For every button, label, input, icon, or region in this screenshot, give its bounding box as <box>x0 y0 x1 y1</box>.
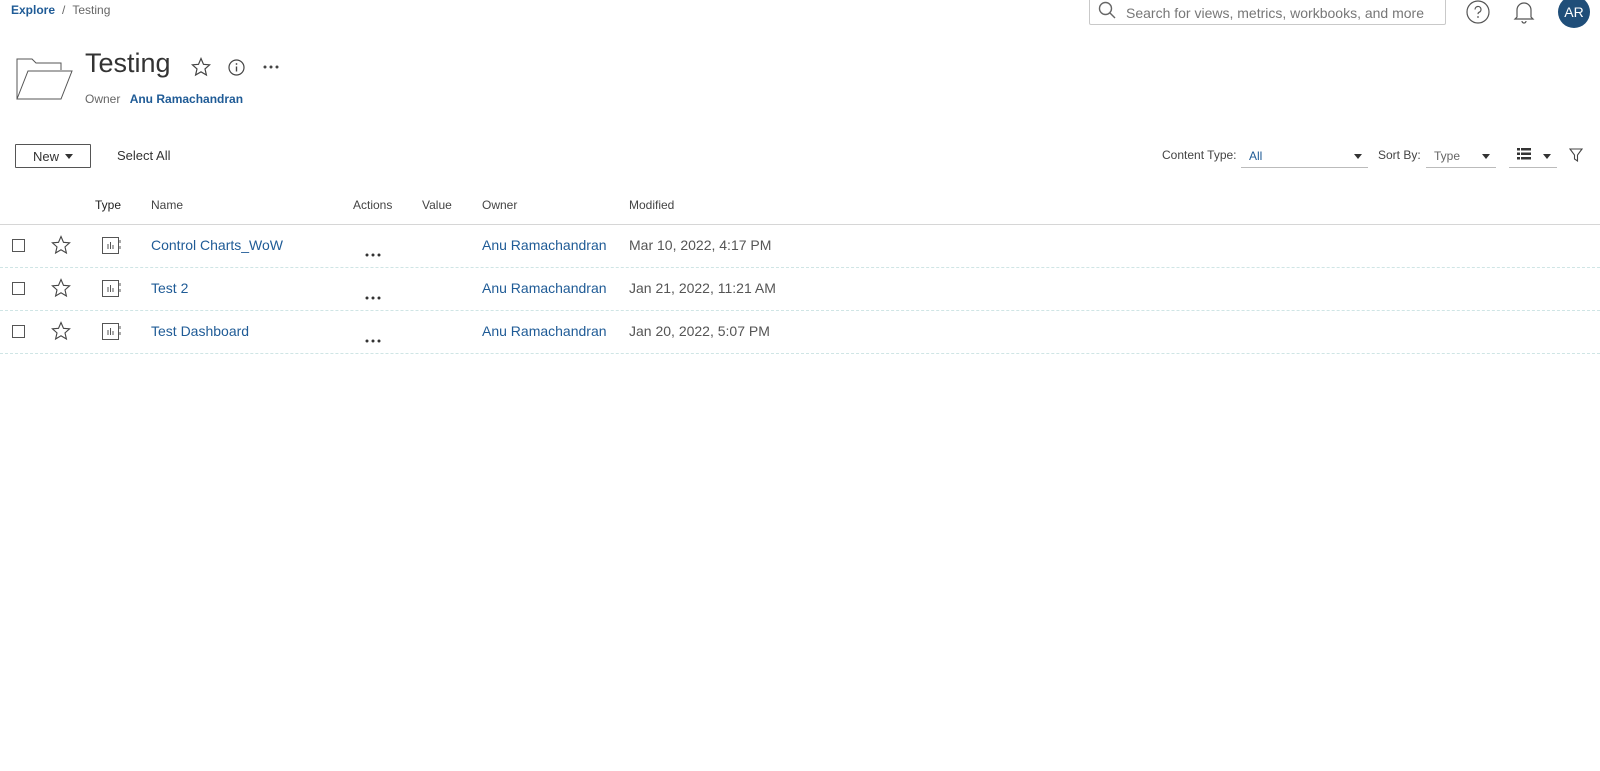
page-title: Testing <box>85 48 171 78</box>
more-actions-icon[interactable] <box>365 244 381 262</box>
column-header-name[interactable]: Name <box>151 198 183 212</box>
search-box[interactable] <box>1089 0 1446 25</box>
more-actions-icon[interactable] <box>262 57 280 80</box>
list-view-icon <box>1517 147 1531 165</box>
content-type-label: Content Type: <box>1162 148 1237 162</box>
notifications-icon[interactable] <box>1513 0 1535 29</box>
row-name-link[interactable]: Control Charts_WoW <box>151 237 283 253</box>
column-header-type[interactable]: Type <box>95 198 121 212</box>
search-input[interactable] <box>1124 3 1445 22</box>
column-header-owner[interactable]: Owner <box>482 198 517 212</box>
workbook-icon <box>102 237 121 259</box>
chevron-down-icon <box>1482 154 1490 159</box>
info-icon[interactable] <box>228 59 245 81</box>
chevron-down-icon <box>65 153 73 159</box>
chevron-down-icon <box>1354 154 1362 159</box>
table-row[interactable]: Test Dashboard Anu Ramachandran Jan 20, … <box>0 311 1600 354</box>
row-checkbox[interactable] <box>12 282 25 295</box>
owner-link[interactable]: Anu Ramachandran <box>130 92 243 106</box>
row-checkbox[interactable] <box>12 325 25 338</box>
row-owner-link[interactable]: Anu Ramachandran <box>482 280 607 296</box>
row-owner-link[interactable]: Anu Ramachandran <box>482 237 607 253</box>
star-icon[interactable] <box>51 278 71 303</box>
sort-by-label: Sort By: <box>1378 148 1421 162</box>
sort-by-value: Type <box>1434 148 1461 163</box>
row-name-link[interactable]: Test Dashboard <box>151 323 249 339</box>
workbook-icon <box>102 323 121 345</box>
star-icon[interactable] <box>51 235 71 260</box>
breadcrumb-current: Testing <box>72 3 111 17</box>
help-icon[interactable] <box>1466 0 1490 29</box>
column-header-actions: Actions <box>353 198 393 212</box>
row-checkbox[interactable] <box>12 239 25 252</box>
folder-icon <box>16 56 73 106</box>
row-name-link[interactable]: Test 2 <box>151 280 188 296</box>
row-modified: Mar 10, 2022, 4:17 PM <box>629 237 772 253</box>
search-icon <box>1098 1 1116 24</box>
owner-label: Owner <box>85 92 121 106</box>
breadcrumb: Explore / Testing <box>11 3 110 17</box>
owner-line: Owner Anu Ramachandran <box>85 92 243 106</box>
more-actions-icon[interactable] <box>365 330 381 348</box>
row-owner-link[interactable]: Anu Ramachandran <box>482 323 607 339</box>
sort-by-select[interactable]: Type <box>1426 144 1496 168</box>
new-button-label: New <box>32 148 59 164</box>
content-type-select[interactable]: All <box>1241 144 1368 168</box>
table-row[interactable]: Control Charts_WoW Anu Ramachandran Mar … <box>0 225 1600 268</box>
row-modified: Jan 21, 2022, 11:21 AM <box>629 280 776 296</box>
filter-icon[interactable] <box>1568 148 1584 167</box>
breadcrumb-explore-link[interactable]: Explore <box>11 3 55 17</box>
workbook-icon <box>102 280 121 302</box>
star-icon[interactable] <box>51 321 71 346</box>
view-mode-select[interactable] <box>1509 144 1557 168</box>
column-header-value[interactable]: Value <box>422 198 452 212</box>
select-all-button[interactable]: Select All <box>117 148 170 163</box>
chevron-down-icon <box>1543 154 1551 159</box>
avatar[interactable]: AR <box>1558 0 1590 28</box>
row-modified: Jan 20, 2022, 5:07 PM <box>629 323 770 339</box>
favorite-star-icon[interactable] <box>190 56 212 82</box>
content-type-value: All <box>1249 148 1263 163</box>
table-row[interactable]: Test 2 Anu Ramachandran Jan 21, 2022, 11… <box>0 268 1600 311</box>
new-button[interactable]: New <box>15 144 91 168</box>
breadcrumb-separator: / <box>62 3 66 17</box>
table-header: Type Name Actions Value Owner Modified <box>0 188 1600 225</box>
column-header-modified[interactable]: Modified <box>629 198 674 212</box>
more-actions-icon[interactable] <box>365 287 381 305</box>
